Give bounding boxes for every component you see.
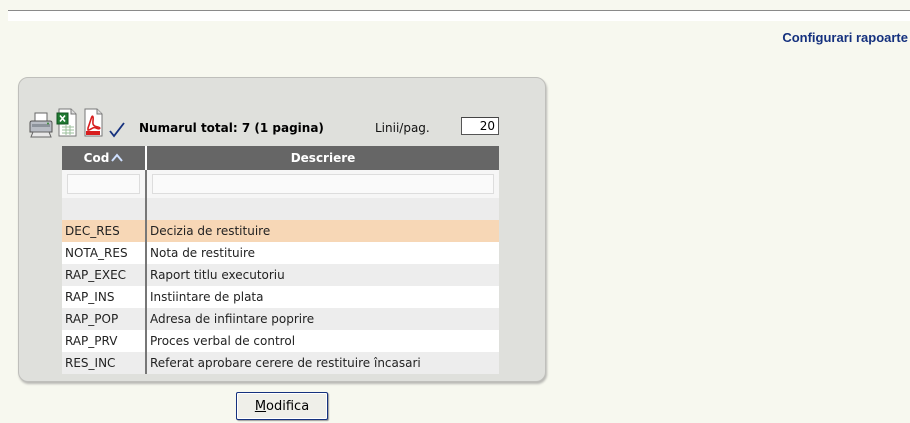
filter-cell-cod[interactable] [62, 170, 147, 198]
row-code: NOTA_RES [62, 242, 147, 264]
table-header-row: Cod Descriere [62, 146, 499, 170]
row-code: RES_INC [62, 352, 147, 374]
reports-table: Cod Descriere DEC_RES Decizia de restitu… [62, 146, 499, 374]
excel-export-icon[interactable] [56, 108, 78, 138]
check-icon [108, 121, 126, 139]
table-row[interactable]: RAP_INS Instiintare de plata [62, 286, 499, 308]
printer-icon[interactable] [28, 111, 54, 139]
table-row[interactable]: RAP_POP Adresa de infiintare poprire [62, 308, 499, 330]
report-list-panel: Numarul total: 7 (1 pagina) Linii/pag. C… [18, 77, 546, 382]
row-description: Proces verbal de control [146, 330, 499, 352]
lines-per-page-input[interactable] [461, 117, 499, 135]
total-count: Numarul total: 7 (1 pagina) [139, 121, 324, 135]
table-row[interactable]: RAP_EXEC Raport titlu executoriu [62, 264, 499, 286]
row-description: Referat aprobare cerere de restituire în… [146, 352, 499, 374]
row-code: RAP_PRV [62, 330, 147, 352]
row-description: Raport titlu executoriu [146, 264, 499, 286]
table-row[interactable]: RAP_PRV Proces verbal de control [62, 330, 499, 352]
page-title: Configurari rapoarte [782, 30, 908, 45]
row-code: RAP_POP [62, 308, 147, 330]
lines-per-page-label: Linii/pag. [375, 121, 430, 135]
modify-button[interactable]: Modifica [236, 392, 328, 420]
table-row[interactable]: RES_INC Referat aprobare cerere de resti… [62, 352, 499, 374]
grid-toolbar: Numarul total: 7 (1 pagina) Linii/pag. [28, 108, 538, 144]
sort-ascending-icon[interactable] [111, 151, 124, 165]
row-description: Instiintare de plata [146, 286, 499, 308]
spacer-row [62, 198, 499, 220]
column-header-descriere[interactable]: Descriere [146, 146, 499, 170]
row-code: RAP_EXEC [62, 264, 147, 286]
filter-row [62, 170, 499, 198]
table-row[interactable]: NOTA_RES Nota de restituire [62, 242, 499, 264]
filter-cell-descriere[interactable] [146, 170, 499, 198]
table-row[interactable]: DEC_RES Decizia de restituire [62, 220, 499, 242]
row-code: DEC_RES [62, 220, 147, 242]
row-code: RAP_INS [62, 286, 147, 308]
filter-input-cod[interactable] [67, 174, 140, 194]
pdf-export-icon[interactable] [82, 108, 104, 138]
filter-input-descriere[interactable] [152, 174, 494, 194]
row-description: Adresa de infiintare poprire [146, 308, 499, 330]
row-description: Nota de restituire [146, 242, 499, 264]
top-band [8, 11, 910, 21]
column-header-cod[interactable]: Cod [62, 146, 147, 170]
row-description: Decizia de restituire [146, 220, 499, 242]
